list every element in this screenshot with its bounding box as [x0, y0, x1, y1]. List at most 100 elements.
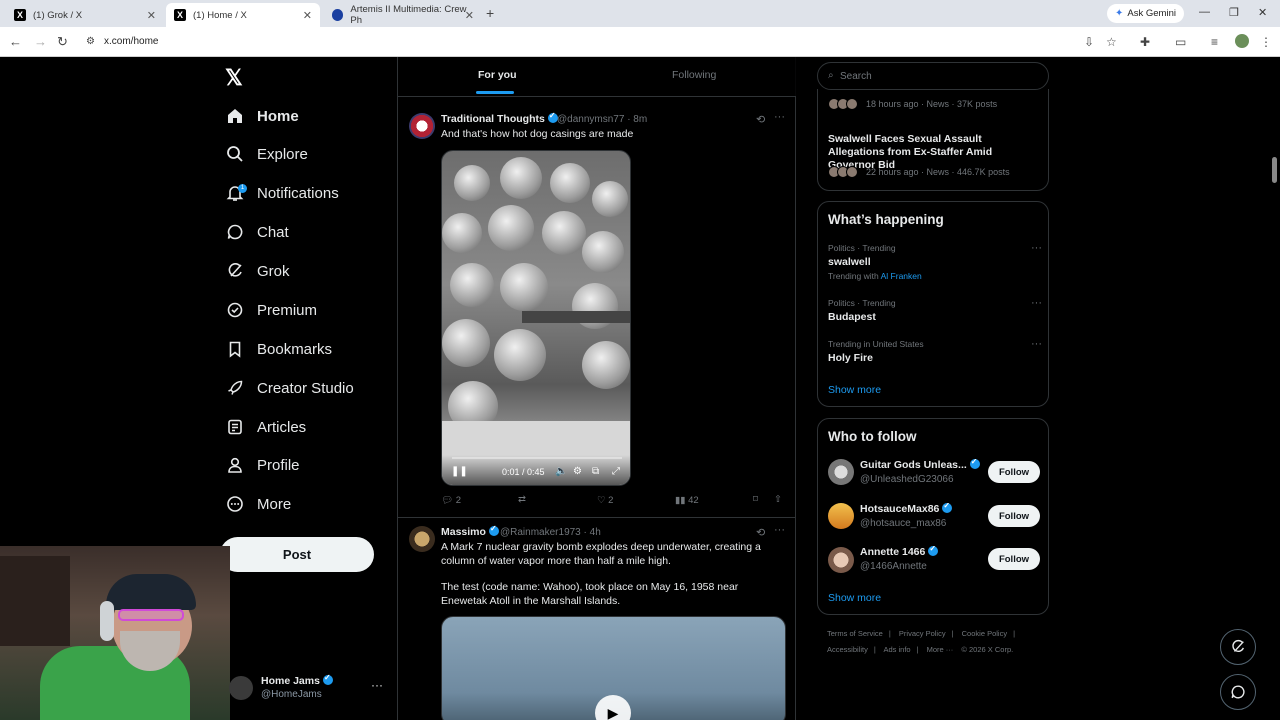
- nav-profile[interactable]: Profile: [225, 450, 300, 480]
- nav-home[interactable]: Home: [225, 101, 299, 131]
- bookmark-star-icon[interactable]: ☆: [1106, 35, 1117, 49]
- ask-gemini-button[interactable]: ✦ Ask Gemini: [1107, 4, 1184, 23]
- nav-chat[interactable]: Chat: [225, 217, 289, 247]
- tweet-author-handle[interactable]: @Rainmaker1973 · 4h: [500, 527, 601, 538]
- tweet-author-name[interactable]: Traditional Thoughts: [441, 111, 558, 125]
- forward-icon[interactable]: →: [34, 34, 47, 49]
- views-button[interactable]: ▮▮ 42: [675, 495, 699, 506]
- messages-float-button[interactable]: [1220, 674, 1256, 710]
- avatar[interactable]: [828, 503, 854, 529]
- show-more-link[interactable]: Show more: [828, 592, 881, 604]
- nav-bookmarks[interactable]: Bookmarks: [225, 334, 332, 364]
- page-scrollbar[interactable]: [1272, 157, 1277, 183]
- volume-icon[interactable]: 🔈: [555, 466, 567, 477]
- nav-label: More: [257, 495, 292, 513]
- grok-analyze-icon[interactable]: ⟲: [756, 526, 765, 539]
- nav-premium[interactable]: Premium: [225, 295, 317, 325]
- x-logo-icon[interactable]: 𝕏: [225, 65, 243, 91]
- grok-analyze-icon[interactable]: ⟲: [756, 113, 765, 126]
- more-dots-icon[interactable]: ···: [774, 524, 785, 536]
- close-window-icon[interactable]: ✕: [1258, 6, 1267, 19]
- tweet-video[interactable]: ▶: [441, 616, 786, 720]
- grok-float-button[interactable]: [1220, 629, 1256, 665]
- account-switcher[interactable]: Home Jams @HomeJams ···: [229, 673, 389, 704]
- reading-list-icon[interactable]: ≡: [1211, 35, 1218, 49]
- video-progress-bar[interactable]: [452, 457, 622, 459]
- trend-name[interactable]: swalwell: [828, 256, 871, 268]
- close-tab-icon[interactable]: ✕: [147, 9, 156, 22]
- follow-account-name[interactable]: Annette 1466: [860, 546, 980, 558]
- reload-icon[interactable]: ↻: [57, 34, 68, 50]
- show-more-link[interactable]: Show more: [828, 384, 881, 396]
- install-app-icon[interactable]: ⇩: [1084, 35, 1094, 49]
- trend-link[interactable]: Al Franken: [881, 271, 922, 281]
- reply-button[interactable]: 💬︎ 2: [441, 495, 461, 506]
- close-tab-icon[interactable]: ✕: [303, 9, 312, 22]
- nav-creator-studio[interactable]: Creator Studio: [225, 373, 354, 403]
- browser-tab-home[interactable]: X (1) Home / X ✕: [166, 3, 320, 27]
- repost-button[interactable]: ⇄: [518, 494, 526, 505]
- site-info-icon[interactable]: ⚙: [86, 36, 95, 47]
- minimize-icon[interactable]: —: [1199, 6, 1210, 18]
- more-dots-icon[interactable]: ···: [1031, 242, 1042, 254]
- footer-link[interactable]: Privacy Policy: [899, 629, 946, 638]
- settings-icon[interactable]: ⚙: [573, 466, 582, 477]
- follow-account-name[interactable]: Guitar Gods Unleas...: [860, 459, 980, 471]
- footer-link[interactable]: More ···: [927, 645, 954, 654]
- tab-title: Artemis II Multimedia: Crew Ph: [350, 4, 467, 26]
- browser-tab-artemis[interactable]: Artemis II Multimedia: Crew Ph ✕: [324, 3, 482, 27]
- like-button[interactable]: ♡ 2: [597, 495, 613, 506]
- more-dots-icon[interactable]: ···: [1031, 297, 1042, 309]
- bookmark-button[interactable]: ⌑: [753, 494, 758, 505]
- follow-account-name[interactable]: HotsauceMax86: [860, 503, 980, 515]
- nav-notifications[interactable]: 1 Notifications: [225, 178, 339, 208]
- browser-profile-avatar[interactable]: [1235, 34, 1249, 48]
- footer-link[interactable]: Terms of Service: [827, 629, 883, 638]
- share-button[interactable]: ⇧: [774, 494, 782, 505]
- trend-name[interactable]: Budapest: [828, 311, 876, 323]
- footer-link[interactable]: Ads info: [883, 645, 910, 654]
- tweet-author-name[interactable]: Massimo: [441, 524, 499, 538]
- footer-link[interactable]: Accessibility: [827, 645, 868, 654]
- avatar[interactable]: [828, 459, 854, 485]
- nav-more[interactable]: More: [225, 489, 291, 519]
- pause-icon[interactable]: ❚❚: [451, 466, 468, 477]
- news-meta: 22 hours ago · News · 446.7K posts: [866, 167, 1010, 177]
- nav-label: Notifications: [257, 184, 339, 202]
- more-dots-icon[interactable]: ···: [371, 678, 383, 692]
- tweet-author-handle[interactable]: @dannymsn77 · 8m: [557, 114, 647, 125]
- search-input[interactable]: ⌕ Search: [817, 62, 1049, 90]
- follow-button[interactable]: Follow: [988, 548, 1040, 570]
- browser-tab-grok[interactable]: X (1) Grok / X ✕: [6, 3, 164, 27]
- rocket-icon: [225, 378, 245, 398]
- url-field[interactable]: x.com/home: [104, 36, 158, 47]
- pip-icon[interactable]: ⧉: [592, 466, 599, 477]
- close-tab-icon[interactable]: ✕: [465, 9, 474, 22]
- nav-articles[interactable]: Articles: [225, 412, 306, 442]
- play-icon[interactable]: ▶: [595, 695, 631, 720]
- fullscreen-icon[interactable]: ⤢: [612, 466, 620, 477]
- video-frame-disc: [494, 329, 546, 381]
- nav-explore[interactable]: Explore: [225, 139, 308, 169]
- video-frame-disc: [582, 231, 624, 273]
- post-button[interactable]: Post: [220, 537, 374, 572]
- more-dots-icon[interactable]: ···: [1031, 338, 1042, 350]
- tab-following[interactable]: Following: [672, 69, 716, 81]
- extensions-icon[interactable]: ✚: [1140, 35, 1150, 49]
- tab-for-you[interactable]: For you: [478, 69, 517, 81]
- split-view-icon[interactable]: ▭: [1175, 35, 1186, 49]
- avatar[interactable]: [409, 526, 435, 552]
- avatar[interactable]: [409, 113, 435, 139]
- avatar[interactable]: [828, 547, 854, 573]
- browser-menu-icon[interactable]: ⋮: [1260, 35, 1272, 49]
- follow-button[interactable]: Follow: [988, 461, 1040, 483]
- tweet-video[interactable]: ❚❚ 0:01 / 0:45 🔈 ⚙ ⧉ ⤢: [441, 150, 631, 486]
- footer-link[interactable]: Cookie Policy: [962, 629, 1007, 638]
- new-tab-icon[interactable]: +: [486, 5, 494, 21]
- more-dots-icon[interactable]: ···: [774, 111, 785, 123]
- trend-name[interactable]: Holy Fire: [828, 352, 873, 364]
- follow-button[interactable]: Follow: [988, 505, 1040, 527]
- restore-icon[interactable]: ❐: [1229, 6, 1239, 19]
- back-icon[interactable]: ←: [9, 34, 22, 49]
- nav-grok[interactable]: Grok: [225, 256, 290, 286]
